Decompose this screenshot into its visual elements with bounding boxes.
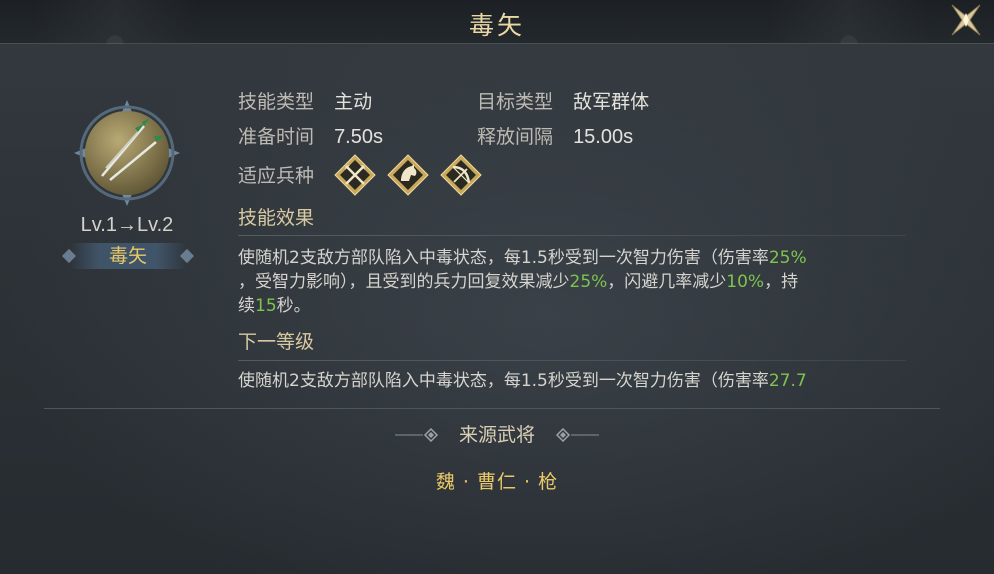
effect-value: 25%	[569, 272, 608, 292]
skill-type-row: 技能类型 主动	[238, 87, 372, 114]
right-ornament-icon	[553, 425, 600, 447]
next-level-description: 使随机2支敌方部队陷入中毒状态，每1.5秒受到一次智力伤害（伤害率27.7	[238, 369, 908, 393]
left-ornament-icon	[394, 425, 441, 447]
source-general[interactable]: 魏 · 曹仁 · 枪	[0, 467, 994, 494]
cast-interval-label: 释放间隔	[477, 126, 554, 148]
effect-title: 技能效果	[238, 207, 315, 229]
next-level-title: 下一等级	[238, 331, 315, 353]
effect-text: ，持	[764, 272, 799, 292]
troop-types	[334, 154, 482, 196]
cast-interval-row: 释放间隔 15.00s	[477, 122, 633, 149]
skill-name: 毒矢	[108, 245, 147, 267]
effect-description: 使随机2支敌方部队陷入中毒状态，每1.5秒受到一次智力伤害（伤害率25% ，受智…	[238, 246, 908, 318]
effect-divider	[238, 235, 906, 236]
skill-name-tag: 毒矢	[60, 242, 196, 270]
troops-label: 适应兵种	[238, 165, 315, 187]
effect-text: ，受智力影响），且受到的兵力回复效果减少	[238, 272, 570, 292]
prep-time-row: 准备时间 7.50s	[238, 122, 383, 149]
bow-icon[interactable]	[440, 154, 482, 196]
skill-type-value: 主动	[334, 91, 373, 113]
next-level-scroll[interactable]: 使随机2支敌方部队陷入中毒状态，每1.5秒受到一次智力伤害（伤害率27.7	[238, 369, 908, 403]
skill-icon-frame	[72, 98, 182, 208]
effect-value: 15	[255, 296, 277, 316]
effect-text: 续	[238, 296, 255, 316]
close-icon[interactable]	[948, 3, 984, 37]
prep-time-value: 7.50s	[334, 126, 383, 148]
panel-title: 毒矢	[468, 11, 525, 40]
title-bar: 毒矢	[0, 0, 994, 44]
prep-time-label: 准备时间	[238, 126, 315, 148]
effect-text: 使随机2支敌方部队陷入中毒状态，每1.5秒受到一次智力伤害（伤害率	[238, 248, 769, 268]
skill-detail-panel: 毒矢 Lv.1→Lv.2 毒矢 技能类型 主动 目标类型 敌军群体 准备时间 7…	[0, 0, 994, 574]
skill-level: Lv.1→Lv.2	[80, 214, 174, 236]
effect-text: ，闪避几率减少	[607, 272, 727, 292]
poison-arrows-icon	[74, 100, 180, 206]
target-type-row: 目标类型 敌军群体	[477, 87, 649, 114]
effect-value: 25%	[768, 248, 807, 268]
target-type-value: 敌军群体	[573, 91, 650, 113]
source-title: 来源武将	[458, 424, 535, 446]
troops-label-row: 适应兵种	[238, 161, 314, 188]
skill-type-label: 技能类型	[238, 91, 315, 113]
horse-head-icon[interactable]	[387, 154, 429, 196]
crossed-spears-icon[interactable]	[334, 154, 376, 196]
target-type-label: 目标类型	[477, 91, 554, 113]
effect-text: 秒。	[276, 296, 311, 316]
next-value: 27.7	[768, 371, 807, 391]
bottom-divider	[44, 408, 940, 409]
next-text: 使随机2支敌方部队陷入中毒状态，每1.5秒受到一次智力伤害（伤害率	[238, 371, 769, 391]
source-section: 来源武将	[0, 420, 994, 447]
cast-interval-value: 15.00s	[573, 126, 634, 148]
effect-value: 10%	[726, 272, 765, 292]
next-level-divider	[238, 360, 906, 361]
